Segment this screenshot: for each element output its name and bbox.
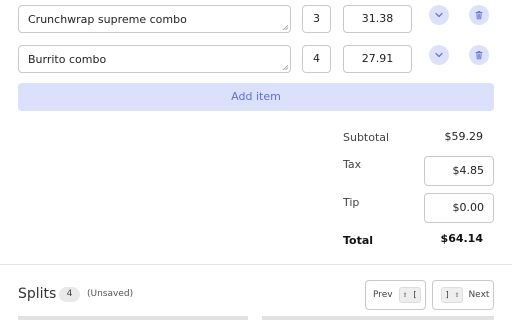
split-card-edge bbox=[18, 316, 248, 320]
item-price-input[interactable]: 27.91 bbox=[343, 45, 412, 73]
add-item-button[interactable]: Add item bbox=[18, 83, 494, 111]
split-card-edge bbox=[262, 316, 494, 320]
expand-item-button[interactable] bbox=[429, 45, 449, 65]
chevron-down-icon bbox=[435, 52, 443, 58]
trash-icon bbox=[475, 11, 483, 20]
tax-label: Tax bbox=[343, 158, 362, 171]
subtotal-value: $59.29 bbox=[444, 130, 484, 143]
item-name-text: Burrito combo bbox=[28, 53, 107, 66]
subtotal-label: Subtotal bbox=[343, 131, 390, 144]
splits-title: Splits bbox=[18, 286, 57, 302]
item-price-input[interactable]: 31.38 bbox=[343, 5, 412, 33]
tip-label: Tip bbox=[343, 196, 360, 209]
item-name-input[interactable]: Burrito combo bbox=[18, 45, 291, 73]
prev-split-button[interactable]: Prev ⇧ [ bbox=[365, 280, 426, 310]
resize-grip-icon[interactable] bbox=[282, 24, 288, 30]
delete-item-button[interactable] bbox=[469, 5, 489, 25]
expand-item-button[interactable] bbox=[429, 5, 449, 25]
resize-grip-icon[interactable] bbox=[282, 64, 288, 70]
item-qty-input[interactable]: 4 bbox=[302, 45, 331, 73]
item-name-text: Crunchwrap supreme combo bbox=[28, 13, 187, 26]
chevron-down-icon bbox=[435, 12, 443, 18]
splits-unsaved-status: (Unsaved) bbox=[87, 289, 134, 299]
item-name-input[interactable]: Crunchwrap supreme combo bbox=[18, 5, 291, 33]
total-label: Total bbox=[343, 234, 374, 247]
tip-input[interactable]: $0.00 bbox=[424, 193, 494, 223]
prev-shortcut-key: ⇧ [ bbox=[398, 287, 422, 303]
next-split-button[interactable]: ] ⇧ Next bbox=[432, 280, 494, 310]
delete-item-button[interactable] bbox=[469, 45, 489, 65]
item-row: Burrito combo 4 27.91 bbox=[0, 45, 512, 81]
next-shortcut-key: ] ⇧ bbox=[441, 287, 464, 303]
trash-icon bbox=[475, 51, 483, 60]
tax-input[interactable]: $4.85 bbox=[424, 156, 494, 186]
next-label: Next bbox=[468, 290, 490, 300]
splits-count-badge: 4 bbox=[59, 287, 80, 302]
item-row: Crunchwrap supreme combo 3 31.38 bbox=[0, 5, 512, 41]
item-qty-input[interactable]: 3 bbox=[302, 5, 331, 33]
section-divider bbox=[0, 264, 512, 265]
prev-label: Prev bbox=[373, 290, 393, 300]
total-value: $64.14 bbox=[440, 232, 483, 245]
